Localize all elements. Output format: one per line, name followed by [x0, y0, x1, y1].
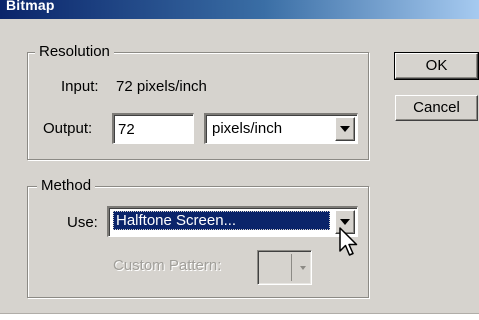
- method-select[interactable]: Halftone Screen...: [107, 206, 358, 237]
- output-unit-value: pixels/inch: [212, 120, 283, 137]
- title-bar[interactable]: Bitmap: [0, 0, 479, 19]
- cancel-button-label: Cancel: [413, 99, 460, 116]
- custom-pattern-picker: [257, 250, 312, 285]
- window-title: Bitmap: [6, 0, 55, 13]
- resolution-legend: Resolution: [35, 44, 114, 60]
- method-legend: Method: [37, 178, 96, 194]
- output-resolution-field[interactable]: [112, 113, 194, 144]
- method-group: [27, 186, 369, 298]
- mouse-pointer-icon: [339, 227, 358, 256]
- chevron-down-icon: [340, 219, 350, 225]
- chevron-down-icon: [300, 265, 306, 270]
- output-unit-dropdown-button[interactable]: [335, 117, 355, 141]
- pattern-swatch: [261, 254, 292, 281]
- chevron-down-icon: [340, 126, 350, 132]
- output-unit-select[interactable]: pixels/inch: [204, 113, 358, 144]
- input-label: Input:: [61, 78, 99, 95]
- custom-pattern-label: Custom Pattern:: [113, 257, 222, 274]
- method-selected-value: Halftone Screen...: [113, 211, 330, 230]
- use-label: Use:: [67, 214, 98, 231]
- output-label: Output:: [43, 120, 93, 137]
- pattern-dropdown-button: [297, 253, 309, 282]
- input-resolution-value: 72 pixels/inch: [116, 78, 207, 95]
- bitmap-dialog: Bitmap Resolution Input: 72 pixels/inch …: [0, 0, 479, 314]
- cancel-button[interactable]: Cancel: [395, 95, 478, 121]
- ok-button-label: OK: [425, 57, 448, 74]
- ok-button[interactable]: OK: [394, 52, 479, 80]
